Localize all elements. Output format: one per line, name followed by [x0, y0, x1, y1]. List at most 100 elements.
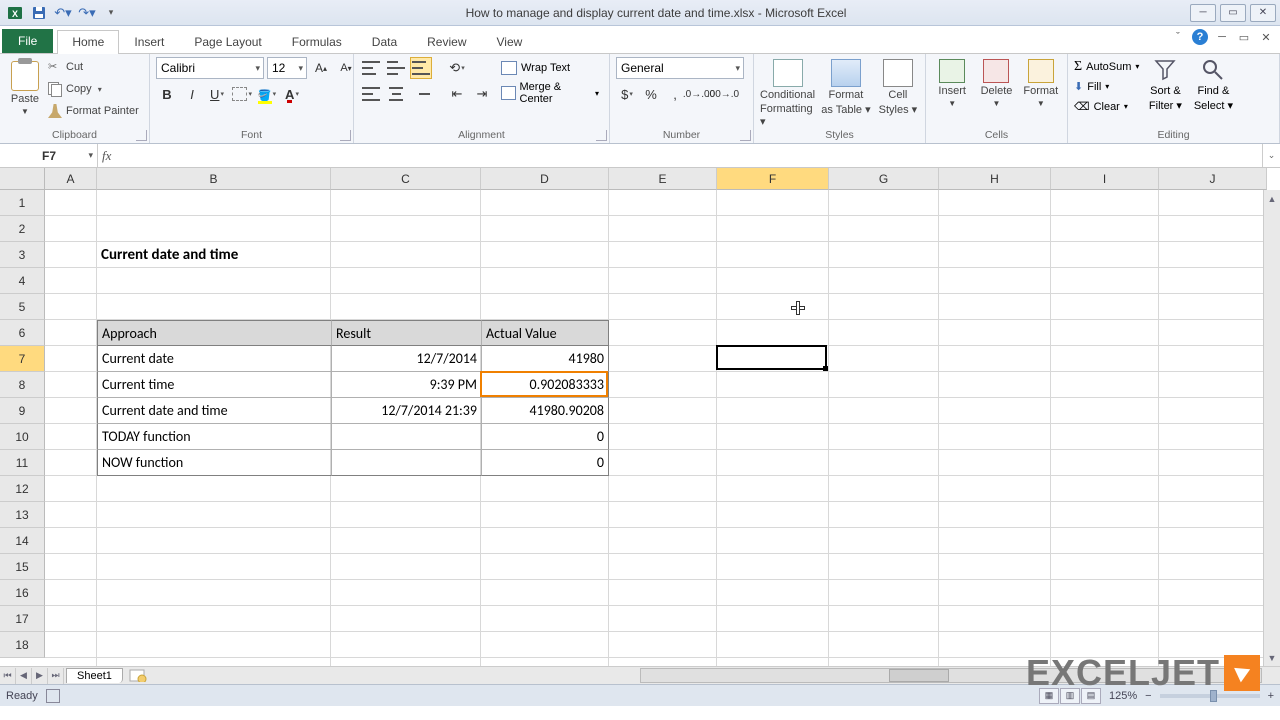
increase-indent-button[interactable]: ⇥ — [471, 83, 493, 105]
orientation-button[interactable]: ⟲ — [446, 57, 468, 79]
formula-input[interactable] — [115, 149, 1262, 163]
tab-page-layout[interactable]: Page Layout — [179, 30, 276, 54]
row-header-6[interactable]: 6 — [0, 320, 45, 346]
number-format-combo[interactable]: General — [616, 57, 744, 79]
first-sheet-icon[interactable]: ⏮ — [0, 668, 16, 684]
cell-D7[interactable]: 41980 — [481, 346, 609, 372]
align-center-button[interactable] — [385, 83, 407, 105]
row-header-8[interactable]: 8 — [0, 372, 45, 398]
prev-sheet-icon[interactable]: ◀ — [16, 668, 32, 684]
cell-B9[interactable]: Current date and time — [97, 398, 331, 424]
undo-icon[interactable]: ↶▾ — [52, 3, 74, 23]
cell-C6[interactable]: Result — [331, 320, 481, 346]
tab-formulas[interactable]: Formulas — [277, 30, 357, 54]
column-header-C[interactable]: C — [331, 168, 481, 190]
wrap-text-button[interactable]: Wrap Text — [497, 57, 603, 79]
cell-C11[interactable] — [331, 450, 481, 476]
align-bottom-button[interactable] — [410, 57, 432, 79]
bold-button[interactable]: B — [156, 83, 178, 105]
help-icon[interactable]: ? — [1192, 29, 1208, 45]
row-header-17[interactable]: 17 — [0, 606, 45, 632]
align-right-button[interactable] — [410, 83, 432, 105]
copy-button[interactable]: Copy▾ — [48, 79, 139, 99]
row-header-14[interactable]: 14 — [0, 528, 45, 554]
row-header-18[interactable]: 18 — [0, 632, 45, 658]
format-painter-button[interactable]: Format Painter — [48, 101, 139, 121]
clipboard-dialog-launcher[interactable] — [136, 130, 147, 141]
vertical-scrollbar[interactable]: ▲ ▼ — [1263, 190, 1280, 666]
fx-icon[interactable]: fx — [102, 148, 111, 164]
close-button[interactable]: ✕ — [1250, 4, 1276, 22]
percent-format-button[interactable]: % — [640, 83, 662, 105]
row-header-2[interactable]: 2 — [0, 216, 45, 242]
file-tab[interactable]: File — [2, 29, 53, 53]
cell-C9[interactable]: 12/7/2014 21:39 — [331, 398, 481, 424]
zoom-in-button[interactable]: + — [1268, 690, 1274, 702]
row-header-3[interactable]: 3 — [0, 242, 45, 268]
fill-color-button[interactable]: 🪣 — [256, 83, 278, 105]
cell-D10[interactable]: 0 — [481, 424, 609, 450]
cell-C10[interactable] — [331, 424, 481, 450]
conditional-formatting-button[interactable]: ConditionalFormatting ▾ — [760, 57, 815, 128]
doc-minimize-icon[interactable]: ─ — [1214, 29, 1230, 45]
row-header-5[interactable]: 5 — [0, 294, 45, 320]
minimize-ribbon-icon[interactable]: ˇ — [1170, 29, 1186, 45]
doc-close-icon[interactable]: ✕ — [1258, 29, 1274, 45]
align-left-button[interactable] — [360, 83, 382, 105]
grow-font-button[interactable]: A▴ — [310, 57, 332, 79]
column-header-F[interactable]: F — [717, 168, 829, 190]
column-header-B[interactable]: B — [97, 168, 331, 190]
column-header-H[interactable]: H — [939, 168, 1051, 190]
decrease-decimal-button[interactable]: .00→.0 — [712, 83, 734, 105]
column-header-G[interactable]: G — [829, 168, 939, 190]
column-header-D[interactable]: D — [481, 168, 609, 190]
column-header-A[interactable]: A — [45, 168, 97, 190]
borders-button[interactable] — [231, 83, 253, 105]
cell-D6[interactable]: Actual Value — [481, 320, 609, 346]
qat-customize-icon[interactable]: ▾ — [100, 3, 122, 23]
paste-button[interactable]: Paste ▼ — [6, 57, 44, 116]
align-top-button[interactable] — [360, 57, 382, 79]
font-size-combo[interactable]: 12 — [267, 57, 307, 79]
font-name-combo[interactable]: Calibri — [156, 57, 264, 79]
find-select-button[interactable]: Find &Select ▾ — [1191, 57, 1235, 112]
name-box[interactable] — [0, 144, 98, 167]
italic-button[interactable]: I — [181, 83, 203, 105]
expand-formula-bar[interactable]: ⌄ — [1262, 144, 1280, 167]
tab-home[interactable]: Home — [57, 30, 119, 54]
underline-button[interactable]: U — [206, 83, 228, 105]
font-color-button[interactable]: A — [281, 83, 303, 105]
select-all-corner[interactable] — [0, 168, 45, 190]
align-middle-button[interactable] — [385, 57, 407, 79]
redo-icon[interactable]: ↷▾ — [76, 3, 98, 23]
row-header-16[interactable]: 16 — [0, 580, 45, 606]
decrease-indent-button[interactable]: ⇤ — [446, 83, 468, 105]
save-icon[interactable] — [28, 3, 50, 23]
cell-C8[interactable]: 9:39 PM — [331, 372, 481, 398]
cell-D11[interactable]: 0 — [481, 450, 609, 476]
row-header-11[interactable]: 11 — [0, 450, 45, 476]
cell-B7[interactable]: Current date — [97, 346, 331, 372]
column-header-J[interactable]: J — [1159, 168, 1267, 190]
name-box-input[interactable] — [0, 149, 97, 163]
doc-restore-icon[interactable]: ▭ — [1236, 29, 1252, 45]
accounting-format-button[interactable]: $ — [616, 83, 638, 105]
tab-review[interactable]: Review — [412, 30, 481, 54]
cell-B6[interactable]: Approach — [97, 320, 331, 346]
merge-center-button[interactable]: Merge & Center▾ — [497, 82, 603, 104]
cell-B11[interactable]: NOW function — [97, 450, 331, 476]
row-header-1[interactable]: 1 — [0, 190, 45, 216]
delete-cells-button[interactable]: Delete▼ — [976, 57, 1016, 108]
sheet-tab[interactable]: Sheet1 — [66, 668, 123, 683]
maximize-button[interactable]: ▭ — [1220, 4, 1246, 22]
tab-insert[interactable]: Insert — [119, 30, 179, 54]
cell-styles-button[interactable]: CellStyles ▾ — [877, 57, 919, 116]
cell-B10[interactable]: TODAY function — [97, 424, 331, 450]
sheet-nav-buttons[interactable]: ⏮ ◀ ▶ ⏭ — [0, 668, 64, 684]
cell-B3[interactable]: Current date and time — [97, 242, 481, 268]
zoom-slider[interactable] — [1160, 694, 1260, 698]
tab-data[interactable]: Data — [357, 30, 412, 54]
row-header-7[interactable]: 7 — [0, 346, 45, 372]
fill-button[interactable]: ⬇Fill▾ — [1074, 77, 1139, 96]
format-as-table-button[interactable]: Formatas Table ▾ — [819, 57, 873, 116]
